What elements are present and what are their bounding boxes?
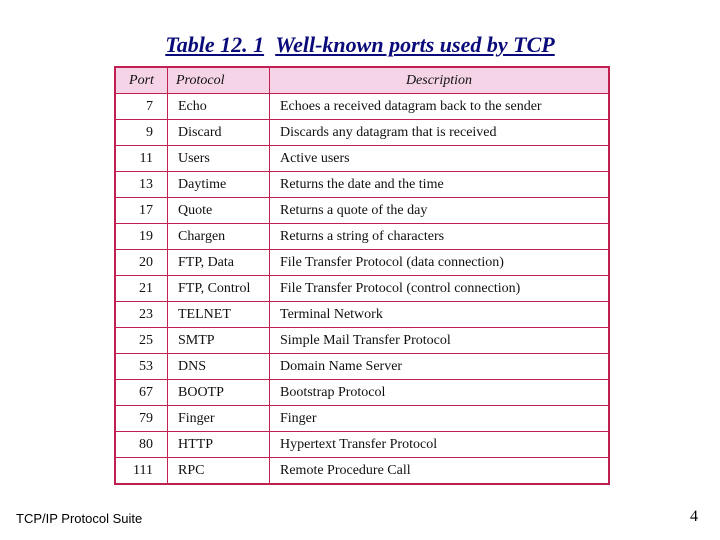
- cell-protocol: SMTP: [168, 328, 270, 354]
- cell-protocol: Daytime: [168, 172, 270, 198]
- cell-port: 11: [116, 146, 168, 172]
- ports-table: Port Protocol Description 7EchoEchoes a …: [115, 67, 609, 484]
- cell-description: Hypertext Transfer Protocol: [270, 432, 609, 458]
- cell-port: 67: [116, 380, 168, 406]
- table-number: Table 12. 1: [165, 32, 264, 57]
- cell-port: 23: [116, 302, 168, 328]
- cell-description: Bootstrap Protocol: [270, 380, 609, 406]
- cell-description: Echoes a received datagram back to the s…: [270, 94, 609, 120]
- footer-source: TCP/IP Protocol Suite: [16, 511, 142, 526]
- cell-protocol: TELNET: [168, 302, 270, 328]
- cell-protocol: FTP, Control: [168, 276, 270, 302]
- table-row: 17QuoteReturns a quote of the day: [116, 198, 609, 224]
- table-row: 11UsersActive users: [116, 146, 609, 172]
- cell-port: 25: [116, 328, 168, 354]
- table-row: 23TELNETTerminal Network: [116, 302, 609, 328]
- cell-description: Finger: [270, 406, 609, 432]
- cell-description: Discards any datagram that is received: [270, 120, 609, 146]
- table-row: 25SMTPSimple Mail Transfer Protocol: [116, 328, 609, 354]
- table-row: 21FTP, ControlFile Transfer Protocol (co…: [116, 276, 609, 302]
- cell-description: Domain Name Server: [270, 354, 609, 380]
- table-caption: Well-known ports used by TCP: [275, 32, 555, 57]
- table-row: 7EchoEchoes a received datagram back to …: [116, 94, 609, 120]
- cell-description: Active users: [270, 146, 609, 172]
- cell-description: File Transfer Protocol (control connecti…: [270, 276, 609, 302]
- table-row: 13DaytimeReturns the date and the time: [116, 172, 609, 198]
- table-row: 9DiscardDiscards any datagram that is re…: [116, 120, 609, 146]
- cell-protocol: Discard: [168, 120, 270, 146]
- table-title: Table 12. 1 Well-known ports used by TCP: [0, 32, 720, 58]
- table-row: 53DNSDomain Name Server: [116, 354, 609, 380]
- cell-port: 19: [116, 224, 168, 250]
- cell-port: 20: [116, 250, 168, 276]
- cell-port: 53: [116, 354, 168, 380]
- cell-port: 7: [116, 94, 168, 120]
- cell-protocol: Quote: [168, 198, 270, 224]
- cell-port: 9: [116, 120, 168, 146]
- col-header-description: Description: [270, 68, 609, 94]
- cell-protocol: RPC: [168, 458, 270, 484]
- cell-protocol: Chargen: [168, 224, 270, 250]
- cell-description: Remote Procedure Call: [270, 458, 609, 484]
- cell-description: Returns a string of characters: [270, 224, 609, 250]
- cell-description: Returns a quote of the day: [270, 198, 609, 224]
- ports-table-wrapper: Port Protocol Description 7EchoEchoes a …: [114, 66, 610, 485]
- table-row: 19ChargenReturns a string of characters: [116, 224, 609, 250]
- cell-description: Terminal Network: [270, 302, 609, 328]
- cell-port: 79: [116, 406, 168, 432]
- cell-description: Returns the date and the time: [270, 172, 609, 198]
- table-row: 111RPCRemote Procedure Call: [116, 458, 609, 484]
- cell-description: File Transfer Protocol (data connection): [270, 250, 609, 276]
- table-header-row: Port Protocol Description: [116, 68, 609, 94]
- cell-port: 80: [116, 432, 168, 458]
- cell-port: 13: [116, 172, 168, 198]
- table-row: 80HTTPHypertext Transfer Protocol: [116, 432, 609, 458]
- col-header-port: Port: [116, 68, 168, 94]
- cell-port: 21: [116, 276, 168, 302]
- table-row: 67BOOTPBootstrap Protocol: [116, 380, 609, 406]
- cell-protocol: HTTP: [168, 432, 270, 458]
- cell-port: 111: [116, 458, 168, 484]
- cell-protocol: Echo: [168, 94, 270, 120]
- page-number: 4: [690, 508, 698, 526]
- cell-protocol: FTP, Data: [168, 250, 270, 276]
- table-row: 20FTP, DataFile Transfer Protocol (data …: [116, 250, 609, 276]
- col-header-protocol: Protocol: [168, 68, 270, 94]
- cell-protocol: Finger: [168, 406, 270, 432]
- cell-protocol: BOOTP: [168, 380, 270, 406]
- cell-port: 17: [116, 198, 168, 224]
- cell-protocol: DNS: [168, 354, 270, 380]
- cell-description: Simple Mail Transfer Protocol: [270, 328, 609, 354]
- cell-protocol: Users: [168, 146, 270, 172]
- ports-table-body: 7EchoEchoes a received datagram back to …: [116, 94, 609, 484]
- table-row: 79FingerFinger: [116, 406, 609, 432]
